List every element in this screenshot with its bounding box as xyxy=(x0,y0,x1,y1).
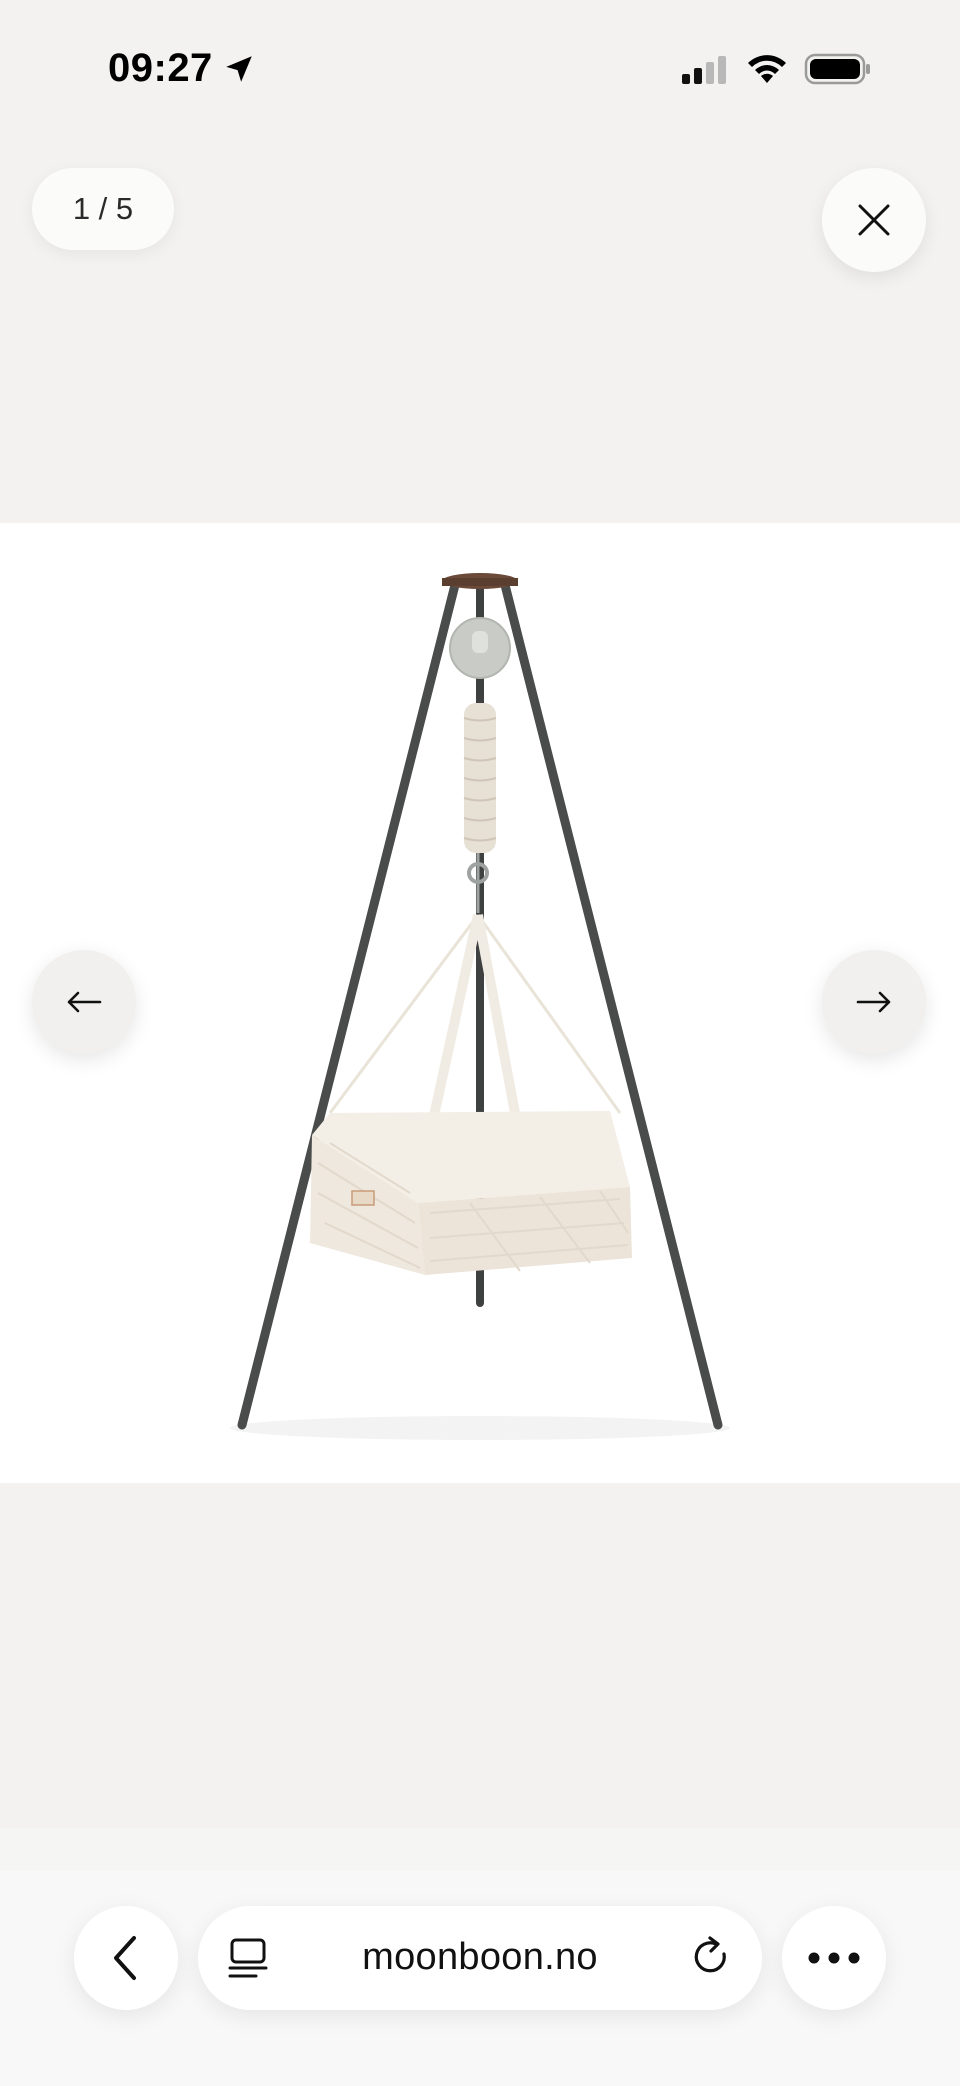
browser-back-button[interactable] xyxy=(74,1906,178,2010)
next-image-button[interactable] xyxy=(822,950,926,1054)
battery-icon xyxy=(804,53,870,85)
more-dots-icon xyxy=(808,1952,860,1964)
arrow-left-icon xyxy=(67,991,102,1013)
image-counter: 1 / 5 xyxy=(32,168,174,250)
close-icon xyxy=(858,204,890,236)
chevron-left-icon xyxy=(114,1936,136,1980)
wifi-icon xyxy=(748,55,786,83)
image-counter-text: 1 / 5 xyxy=(72,191,134,226)
reload-icon[interactable] xyxy=(690,1936,734,1980)
location-arrow-icon xyxy=(226,56,252,82)
product-image xyxy=(0,523,960,1483)
url-text[interactable]: moonboon.no xyxy=(198,1936,762,1979)
browser-more-button[interactable] xyxy=(782,1906,886,2010)
previous-image-button[interactable] xyxy=(32,950,136,1054)
cradle-illustration xyxy=(230,573,730,1440)
close-gallery-button[interactable] xyxy=(822,168,926,272)
cellular-signal-icon xyxy=(682,56,726,84)
status-time: 09:27 xyxy=(108,46,213,90)
arrow-right-icon xyxy=(856,991,891,1013)
status-bar: 09:27 xyxy=(0,0,960,140)
address-bar[interactable]: moonboon.no xyxy=(198,1906,762,2010)
